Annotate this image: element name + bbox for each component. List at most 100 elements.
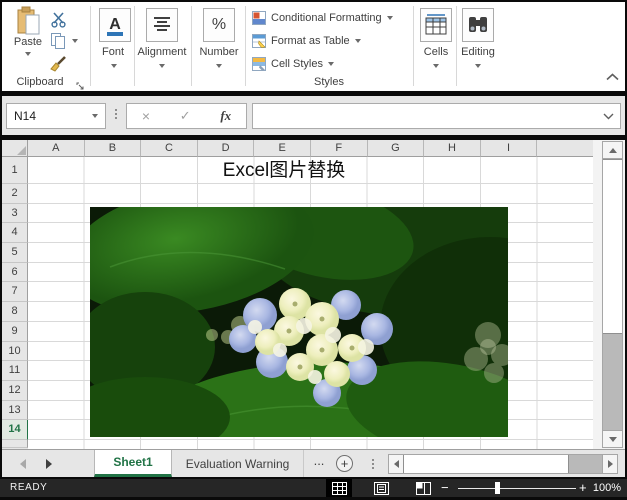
tab-bar-grip[interactable] <box>372 459 374 469</box>
editing-group-dropdown[interactable] <box>475 64 481 68</box>
zoom-in-button[interactable]: + <box>579 480 587 495</box>
select-all-corner[interactable] <box>2 140 28 157</box>
formula-input[interactable] <box>252 103 621 129</box>
zoom-out-button[interactable]: − <box>441 480 449 495</box>
column-header-D[interactable]: D <box>198 140 255 157</box>
row-header-10[interactable]: 10 <box>2 342 28 362</box>
enter-button[interactable]: ✓ <box>180 108 191 124</box>
font-group-button[interactable]: A <box>99 8 131 42</box>
row-header-12[interactable]: 12 <box>2 381 28 401</box>
sheet-tab-sheet1[interactable]: Sheet1 <box>94 450 172 477</box>
row-header-2[interactable]: 2 <box>2 184 28 204</box>
column-header-partial[interactable] <box>537 140 593 157</box>
column-header-G[interactable]: G <box>368 140 425 157</box>
row-header-8[interactable]: 8 <box>2 302 28 322</box>
editing-group-button[interactable] <box>462 8 494 42</box>
cell-styles-label: Cell Styles <box>271 58 323 70</box>
column-header-I[interactable]: I <box>481 140 538 157</box>
font-color-icon: A <box>101 10 129 40</box>
collapse-ribbon-button[interactable] <box>606 68 619 86</box>
cells-table-icon <box>424 13 448 37</box>
row-header-5[interactable]: 5 <box>2 243 28 263</box>
vertical-scroll-thumb[interactable] <box>603 159 622 334</box>
formula-bar-grip[interactable] <box>115 109 117 119</box>
row-header-13[interactable]: 13 <box>2 401 28 421</box>
vertical-scrollbar[interactable] <box>602 141 623 448</box>
row-header-11[interactable]: 11 <box>2 361 28 381</box>
group-separator <box>191 6 192 86</box>
tab-scroll-next-button[interactable] <box>46 459 52 469</box>
copy-dropdown-arrow[interactable] <box>72 39 78 43</box>
sheet-tab-evaluation-warning[interactable]: Evaluation Warning <box>172 450 304 477</box>
dialog-launcher-icon <box>76 82 85 91</box>
cells-group-button[interactable] <box>420 8 452 42</box>
alignment-group-dropdown[interactable] <box>159 64 165 68</box>
conditional-formatting-button[interactable]: Conditional Formatting <box>252 9 393 26</box>
row-header-3[interactable]: 3 <box>2 204 28 224</box>
horizontal-scroll-thumb[interactable] <box>403 455 569 473</box>
paste-button[interactable]: Paste <box>8 6 48 68</box>
cell-styles-button[interactable]: Cell Styles <box>252 55 334 72</box>
horizontal-scrollbar[interactable] <box>388 454 618 474</box>
zoom-slider-thumb[interactable] <box>495 482 500 494</box>
flower-image[interactable] <box>90 207 508 437</box>
cut-button[interactable] <box>50 11 67 33</box>
scroll-right-button[interactable] <box>602 455 617 473</box>
cancel-button[interactable]: × <box>142 108 150 124</box>
clipboard-dialog-launcher[interactable] <box>76 78 85 96</box>
tab-overflow-button[interactable]: ... <box>308 452 330 474</box>
row-header-7[interactable]: 7 <box>2 282 28 302</box>
column-header-A[interactable]: A <box>28 140 85 157</box>
name-box-dropdown-arrow[interactable] <box>92 114 98 118</box>
arrow-right-icon <box>46 459 52 469</box>
number-group-dropdown[interactable] <box>216 64 222 68</box>
arrow-left-icon <box>20 459 26 469</box>
cells-group-dropdown[interactable] <box>433 64 439 68</box>
chevron-up-icon <box>606 73 619 81</box>
format-as-table-button[interactable]: Format as Table <box>252 32 361 49</box>
formula-bar: N14 × ✓ fx <box>2 96 625 135</box>
column-header-B[interactable]: B <box>85 140 142 157</box>
name-box[interactable]: N14 <box>6 103 106 129</box>
insert-function-button[interactable]: fx <box>220 108 231 124</box>
row-header-partial <box>2 440 28 448</box>
arrow-right-icon <box>608 460 613 468</box>
scroll-down-button[interactable] <box>603 430 622 447</box>
row-header-1[interactable]: 1 <box>2 157 28 184</box>
column-header-C[interactable]: C <box>141 140 198 157</box>
page-layout-view-button[interactable] <box>368 479 394 497</box>
sheet-grid[interactable]: ABCDEFGHI 1234567891011121314 Excel图片替换 <box>2 140 593 449</box>
format-painter-button[interactable] <box>50 54 68 77</box>
new-sheet-button[interactable]: + <box>336 455 353 472</box>
row-header-14[interactable]: 14 <box>2 420 28 440</box>
status-bar: READY − + 100% <box>0 479 627 497</box>
tab-scroll-prev-button[interactable] <box>20 459 26 469</box>
zoom-level[interactable]: 100% <box>591 482 621 494</box>
column-header-E[interactable]: E <box>254 140 311 157</box>
cell-title-text[interactable]: Excel图片替换 <box>198 157 370 185</box>
column-header-H[interactable]: H <box>424 140 481 157</box>
page-break-preview-button[interactable] <box>410 479 436 497</box>
alignment-group-button[interactable] <box>146 8 178 42</box>
sheet-tab-label: Sheet1 <box>113 455 152 469</box>
scroll-up-button[interactable] <box>603 142 622 159</box>
row-header-4[interactable]: 4 <box>2 223 28 243</box>
select-all-triangle-icon <box>17 146 26 155</box>
column-header-F[interactable]: F <box>311 140 368 157</box>
copy-button[interactable] <box>50 32 66 54</box>
expand-formula-bar-icon[interactable] <box>603 113 614 120</box>
zoom-slider-track[interactable] <box>458 488 576 489</box>
paste-dropdown-arrow[interactable] <box>25 52 31 56</box>
row-header-9[interactable]: 9 <box>2 322 28 342</box>
normal-view-button[interactable] <box>326 479 352 497</box>
editing-group-label: Editing <box>454 46 502 58</box>
row-header-6[interactable]: 6 <box>2 263 28 283</box>
grid-row-2[interactable] <box>28 184 593 204</box>
excel-window: Paste Clipboard <box>0 0 627 500</box>
normal-view-icon <box>332 482 347 495</box>
scroll-left-button[interactable] <box>389 455 404 473</box>
styles-group-label: Styles <box>245 76 413 88</box>
font-group-dropdown[interactable] <box>111 64 117 68</box>
number-group-button[interactable]: % <box>203 8 235 42</box>
conditional-formatting-icon <box>252 11 266 25</box>
